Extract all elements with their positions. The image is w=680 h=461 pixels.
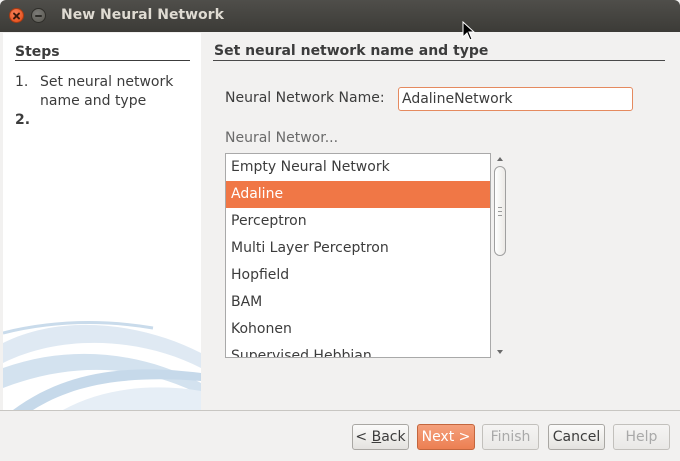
scroll-down-arrow-icon[interactable] (497, 350, 503, 354)
step-label: Set neural network name and type (40, 74, 174, 109)
decorative-swoosh-graphic (3, 321, 201, 410)
list-item[interactable]: BAM (226, 289, 490, 316)
back-button-mnemonic: B (371, 429, 382, 445)
steps-panel: Steps 1. Set neural network name and typ… (3, 33, 201, 410)
list-item[interactable]: Empty Neural Network (226, 154, 490, 181)
title-bar: New Neural Network (0, 0, 680, 32)
close-icon[interactable] (9, 8, 24, 23)
button-bar-divider (0, 410, 680, 411)
step-number: 2. (15, 112, 31, 128)
grip-icon (498, 207, 502, 216)
back-button-rest: ack (381, 429, 406, 445)
back-button-prefix: < (355, 429, 372, 445)
network-type-label: Neural Networ... (225, 130, 339, 146)
help-button[interactable]: Help (613, 424, 670, 450)
step-number: 1. (15, 74, 29, 90)
network-name-label: Neural Network Name: (225, 90, 385, 106)
minimize-icon[interactable] (31, 8, 46, 23)
list-item[interactable]: Multi Layer Perceptron (226, 235, 490, 262)
network-name-input[interactable] (398, 87, 633, 111)
list-item[interactable]: Adaline (226, 181, 490, 208)
window-title: New Neural Network (61, 7, 224, 23)
list-item[interactable]: Supervised Hebbian (226, 343, 490, 357)
finish-button[interactable]: Finish (482, 424, 539, 450)
mouse-cursor-icon (462, 21, 476, 41)
section-divider (213, 60, 665, 61)
scroll-up-arrow-icon[interactable] (497, 157, 503, 161)
network-type-list[interactable]: Empty Neural Network Adaline Perceptron … (225, 153, 491, 358)
section-title: Set neural network name and type (214, 43, 489, 59)
list-item[interactable]: Kohonen (226, 316, 490, 343)
cancel-button[interactable]: Cancel (548, 424, 605, 450)
steps-divider (15, 60, 190, 61)
back-button[interactable]: < Back (352, 424, 409, 450)
list-item[interactable]: Hopfield (226, 262, 490, 289)
list-item[interactable]: Perceptron (226, 208, 490, 235)
next-button[interactable]: Next > (417, 424, 475, 450)
list-scrollbar-thumb[interactable] (494, 166, 506, 256)
steps-heading: Steps (15, 44, 60, 60)
